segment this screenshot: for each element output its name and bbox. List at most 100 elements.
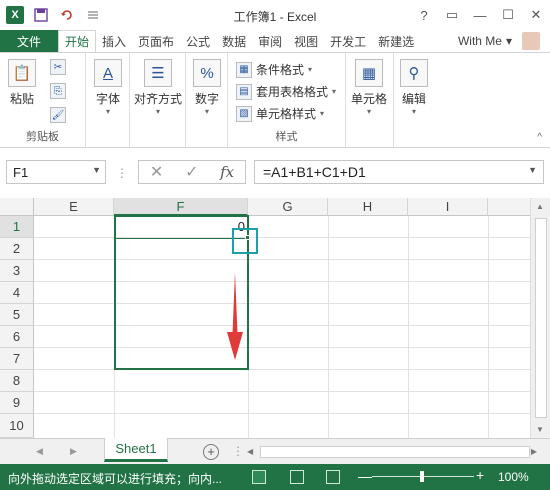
row-header[interactable]: 9 bbox=[0, 392, 34, 414]
vertical-scrollbar[interactable]: ▲ ▼ bbox=[530, 198, 550, 438]
drag-handle-icon[interactable]: ⋮ bbox=[116, 166, 128, 180]
ribbon-display-button[interactable]: ▭ bbox=[438, 0, 466, 30]
tab-view[interactable]: 视图 bbox=[288, 30, 324, 52]
cells-icon: ▦ bbox=[355, 59, 383, 87]
split-handle-icon[interactable]: ⋮ bbox=[232, 444, 244, 458]
tab-developer[interactable]: 开发工 bbox=[324, 30, 372, 52]
grid-line bbox=[34, 303, 530, 304]
align-icon: ☰ bbox=[144, 59, 172, 87]
scroll-thumb[interactable] bbox=[535, 218, 547, 418]
help-button[interactable]: ? bbox=[410, 0, 438, 30]
row-header[interactable]: 4 bbox=[0, 282, 34, 304]
zoom-in-button[interactable]: + bbox=[476, 467, 484, 483]
grid-line bbox=[408, 216, 409, 438]
format-as-table-button[interactable]: ▤ 套用表格格式 ▾ bbox=[236, 83, 336, 100]
tab-new[interactable]: 新建选 bbox=[372, 30, 420, 52]
scroll-thumb[interactable] bbox=[260, 446, 530, 458]
chevron-down-icon: ▾ bbox=[367, 107, 372, 116]
formula-text: =A1+B1+C1+D1 bbox=[263, 164, 366, 180]
minimize-button[interactable]: — bbox=[466, 0, 494, 30]
grid-line bbox=[34, 347, 530, 348]
percent-icon: % bbox=[193, 59, 221, 87]
page-break-view-icon[interactable] bbox=[326, 470, 340, 484]
ribbon-home: 📋 粘贴 ✂ ⎘ 🖌 剪贴板 A 字体 ▾ ☰ 对齐方式 ▾ % 数字 ▾ ▦ … bbox=[0, 52, 550, 148]
row-header[interactable]: 7 bbox=[0, 348, 34, 370]
chevron-down-icon[interactable]: ▼ bbox=[528, 165, 537, 175]
column-header[interactable] bbox=[488, 198, 530, 216]
prev-sheet-icon[interactable]: ◀ bbox=[36, 446, 43, 457]
add-sheet-icon[interactable]: + bbox=[203, 444, 219, 460]
tab-page-layout[interactable]: 页面布 bbox=[132, 30, 180, 52]
insert-function-icon[interactable]: fx bbox=[220, 163, 234, 181]
cells-button[interactable]: ▦ 单元格 ▾ bbox=[351, 59, 387, 116]
cells-label: 单元格 bbox=[351, 92, 388, 106]
cancel-icon[interactable]: ✕ bbox=[150, 162, 163, 182]
format-painter-icon[interactable]: 🖌 bbox=[50, 107, 66, 123]
save-icon[interactable] bbox=[32, 6, 50, 24]
column-header[interactable]: I bbox=[408, 198, 488, 216]
sheet-tab[interactable]: Sheet1 bbox=[104, 438, 168, 462]
copy-icon[interactable]: ⎘ bbox=[50, 83, 66, 99]
scroll-right-icon[interactable]: ▶ bbox=[531, 447, 537, 456]
font-group: A 字体 ▾ bbox=[86, 53, 130, 147]
scroll-left-icon[interactable]: ◀ bbox=[247, 447, 253, 456]
account-menu[interactable]: With Me ▾ bbox=[458, 30, 512, 52]
row-header[interactable]: 8 bbox=[0, 370, 34, 392]
name-box[interactable]: F1 ▼ bbox=[6, 160, 106, 184]
horizontal-scrollbar[interactable]: ◀ ▶ bbox=[244, 445, 540, 459]
editing-group: ⚲ 编辑 ▾ bbox=[394, 53, 438, 147]
alignment-label: 对齐方式 bbox=[134, 92, 183, 106]
row-header[interactable]: 1 bbox=[0, 216, 34, 238]
close-button[interactable]: ✕ bbox=[522, 0, 550, 30]
tab-insert[interactable]: 插入 bbox=[96, 30, 132, 52]
column-header[interactable]: H bbox=[328, 198, 408, 216]
grid-line bbox=[34, 281, 530, 282]
normal-view-icon[interactable] bbox=[252, 470, 266, 484]
row-header[interactable]: 3 bbox=[0, 260, 34, 282]
formula-input[interactable]: =A1+B1+C1+D1 ▼ bbox=[254, 160, 544, 184]
cut-icon[interactable]: ✂ bbox=[50, 59, 66, 75]
customize-icon[interactable] bbox=[84, 6, 102, 24]
cell-styles-icon: ▧ bbox=[236, 105, 252, 122]
select-all-corner[interactable] bbox=[0, 198, 34, 216]
page-layout-view-icon[interactable] bbox=[290, 470, 304, 484]
paste-icon: 📋 bbox=[8, 59, 36, 87]
conditional-format-button[interactable]: ▦ 条件格式 ▾ bbox=[236, 61, 312, 78]
avatar[interactable] bbox=[522, 32, 540, 50]
undo-icon[interactable] bbox=[58, 6, 76, 24]
fill-handle[interactable] bbox=[245, 235, 250, 240]
scroll-up-icon[interactable]: ▲ bbox=[536, 202, 544, 211]
tab-data[interactable]: 数据 bbox=[216, 30, 252, 52]
row-header[interactable]: 2 bbox=[0, 238, 34, 260]
row-header[interactable]: 6 bbox=[0, 326, 34, 348]
column-header[interactable]: E bbox=[34, 198, 114, 216]
title-bar: X 工作簿1 - Excel ? ▭ — ☐ ✕ bbox=[0, 0, 550, 30]
editing-button[interactable]: ⚲ 编辑 ▾ bbox=[400, 59, 428, 116]
enter-icon[interactable]: ✓ bbox=[185, 162, 198, 182]
table-icon: ▤ bbox=[236, 83, 252, 100]
cells-group: ▦ 单元格 ▾ bbox=[346, 53, 394, 147]
maximize-button[interactable]: ☐ bbox=[494, 0, 522, 30]
chevron-down-icon[interactable]: ▼ bbox=[92, 165, 101, 175]
cell-styles-button[interactable]: ▧ 单元格样式 ▾ bbox=[236, 105, 324, 122]
tab-home[interactable]: 开始 bbox=[58, 30, 97, 52]
tab-review[interactable]: 审阅 bbox=[252, 30, 288, 52]
column-header[interactable]: G bbox=[248, 198, 328, 216]
paste-button[interactable]: 📋 粘贴 bbox=[8, 59, 36, 107]
column-header[interactable]: F bbox=[114, 198, 248, 216]
clipboard-group-label: 剪贴板 bbox=[26, 131, 59, 143]
row-header[interactable]: 10 bbox=[0, 414, 34, 438]
font-button[interactable]: A 字体 ▾ bbox=[94, 59, 122, 116]
collapse-ribbon-icon[interactable]: ^ bbox=[537, 132, 542, 143]
alignment-button[interactable]: ☰ 对齐方式 ▾ bbox=[134, 59, 182, 116]
tab-formulas[interactable]: 公式 bbox=[180, 30, 216, 52]
next-sheet-icon[interactable]: ▶ bbox=[70, 446, 77, 457]
grid-line bbox=[34, 413, 530, 414]
zoom-slider-knob[interactable] bbox=[420, 471, 424, 482]
number-button[interactable]: % 数字 ▾ bbox=[193, 59, 221, 116]
zoom-level[interactable]: 100% bbox=[498, 470, 529, 484]
tab-file[interactable]: 文件 bbox=[0, 30, 58, 52]
row-header[interactable]: 5 bbox=[0, 304, 34, 326]
scroll-down-icon[interactable]: ▼ bbox=[536, 425, 544, 434]
zoom-out-button[interactable]: — bbox=[358, 468, 372, 484]
